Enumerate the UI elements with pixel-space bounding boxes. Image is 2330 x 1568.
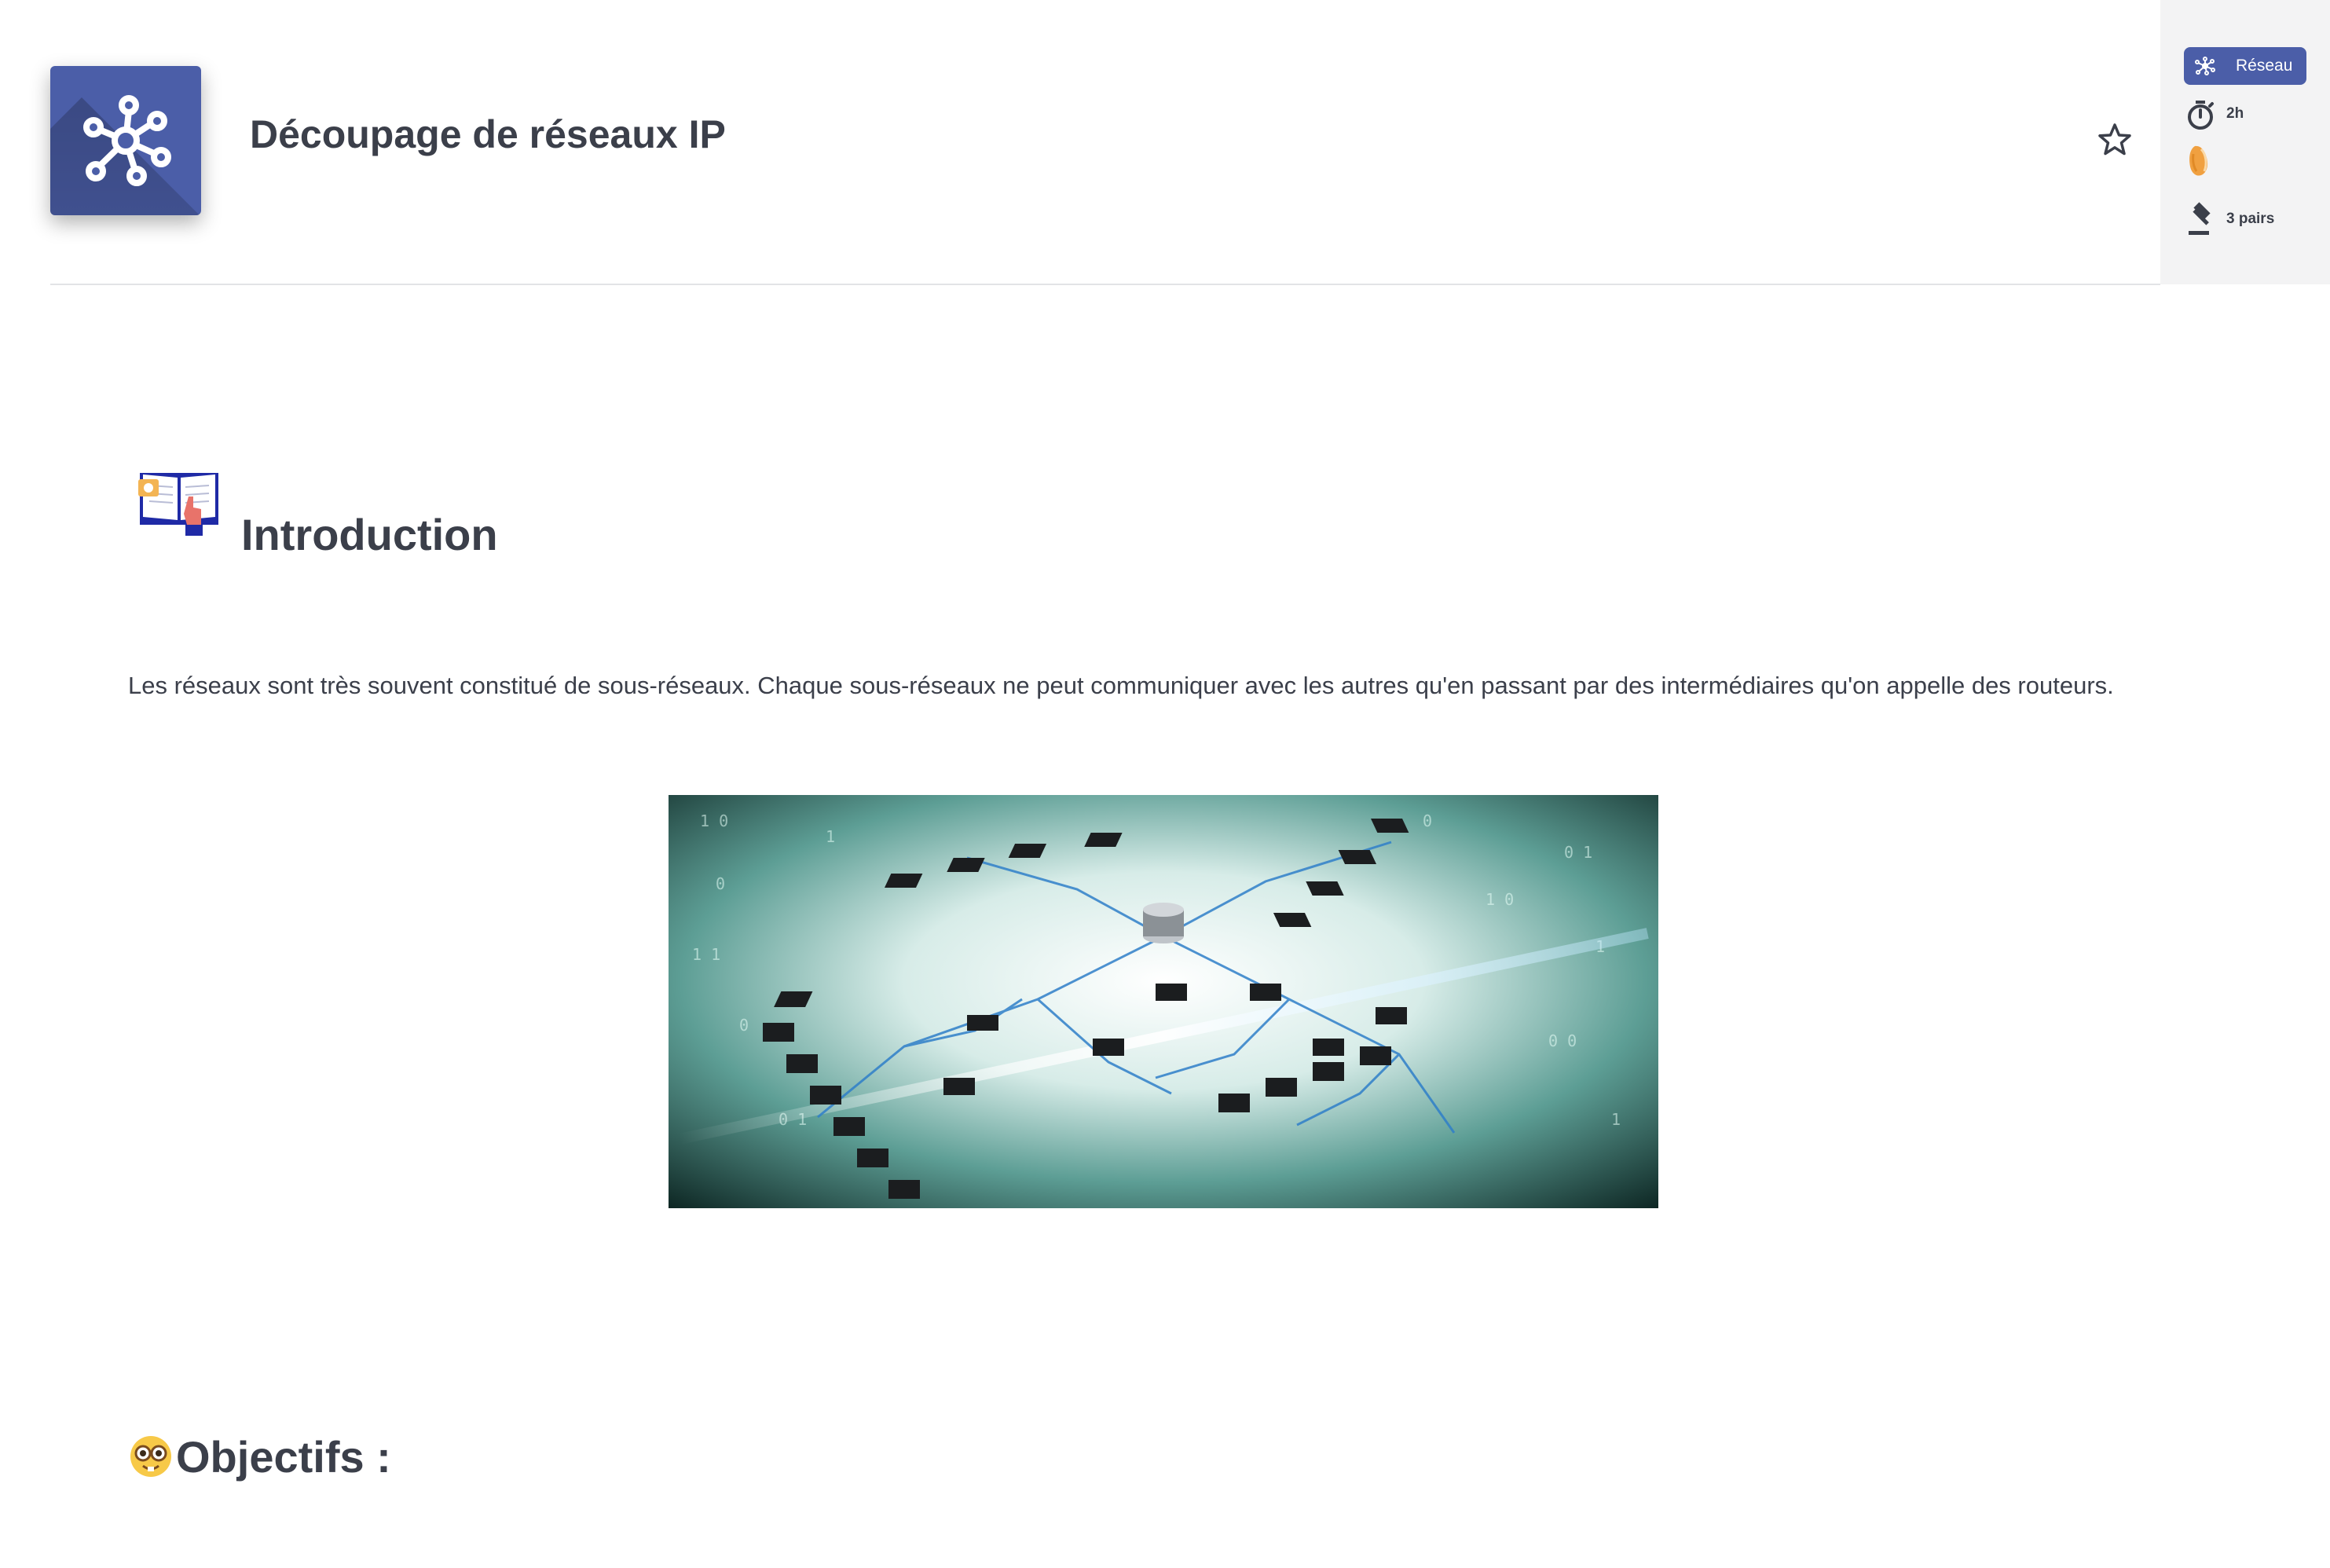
level-row	[2185, 143, 2233, 179]
network-topology-illustration: 1 001 1 00 11 0 011 01 00 1	[669, 795, 1658, 1208]
svg-text:1 1: 1 1	[692, 945, 720, 964]
intro-paragraph: Les réseaux sont très souvent constitué …	[128, 672, 2114, 699]
project-header: Découpage de réseaux IP	[0, 0, 2160, 285]
header-divider	[50, 284, 2160, 285]
svg-text:1 0: 1 0	[700, 811, 728, 830]
duration-value: 2h	[2226, 105, 2244, 122]
svg-text:0 0: 0 0	[1548, 1031, 1577, 1050]
project-info-panel: Réseau 2h 3 pairs	[2160, 0, 2330, 284]
section-heading-objectives: Objectifs :	[176, 1432, 391, 1482]
level-blob-icon	[2189, 145, 2208, 176]
peers-row: 3 pairs	[2185, 201, 2311, 236]
network-icon	[2195, 57, 2215, 75]
favorite-star-icon[interactable]	[2096, 121, 2134, 159]
svg-text:0: 0	[1423, 811, 1432, 830]
peers-value: 3 pairs	[2226, 211, 2275, 227]
svg-text:1: 1	[1611, 1110, 1621, 1129]
network-hub-icon	[50, 66, 201, 215]
open-book-pointer-icon	[138, 467, 220, 539]
category-tag[interactable]: Réseau	[2184, 47, 2306, 85]
svg-text:0 1: 0 1	[1564, 843, 1592, 862]
page-title: Découpage de réseaux IP	[250, 112, 726, 156]
gavel-icon	[2189, 202, 2211, 235]
svg-text:1 0: 1 0	[1486, 890, 1514, 909]
project-page: Découpage de réseaux IP Réseau 2h 3 pair…	[0, 0, 2330, 1568]
section-heading-introduction: Introduction	[241, 510, 498, 559]
svg-text:0: 0	[739, 1016, 749, 1035]
category-tag-label: Réseau	[2236, 57, 2293, 75]
svg-text:1: 1	[826, 827, 835, 846]
svg-text:0: 0	[716, 874, 725, 893]
nerd-face-emoji-icon	[129, 1434, 173, 1478]
duration-row: 2h	[2185, 99, 2311, 130]
stopwatch-icon	[2188, 101, 2214, 130]
